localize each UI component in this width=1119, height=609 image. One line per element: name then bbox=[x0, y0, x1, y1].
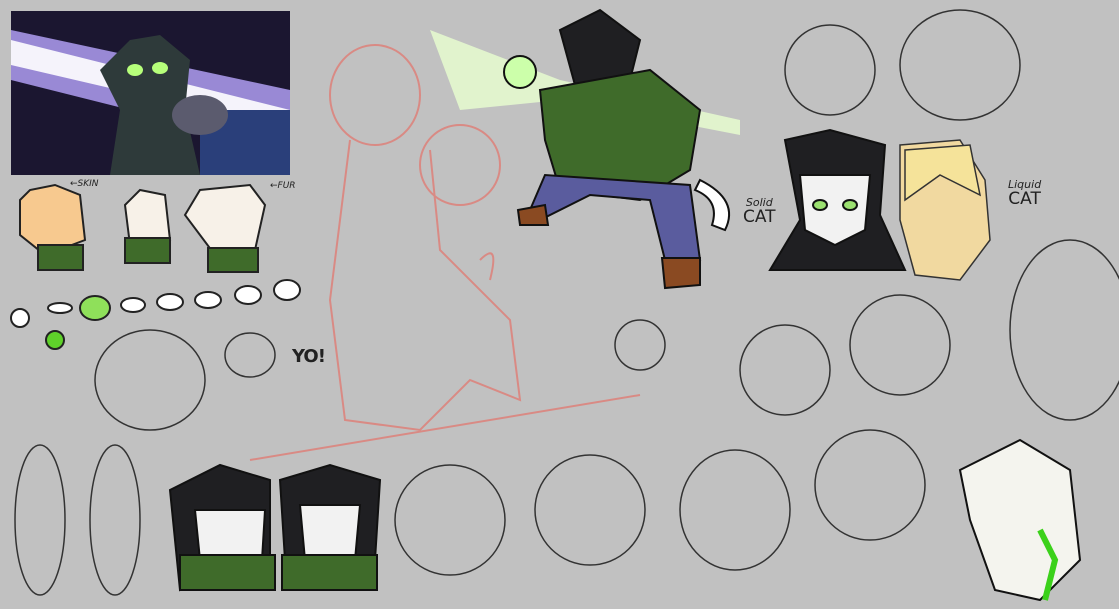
hand-studies bbox=[19, 183, 267, 273]
liquid-cat-label-bottom: CAT bbox=[1008, 189, 1041, 209]
solid-cat-head bbox=[768, 128, 907, 271]
liquid-cat-label: Liquid CAT bbox=[1008, 177, 1041, 209]
solid-cat-label-bottom: CAT bbox=[743, 207, 776, 227]
eye-studies bbox=[10, 279, 301, 350]
bottom-colored-heads bbox=[168, 438, 1082, 602]
sketch-sheet-artwork bbox=[10, 8, 1119, 602]
skin-label: ←SKIN bbox=[70, 179, 99, 189]
solid-cat-label: Solid CAT bbox=[743, 195, 776, 227]
fur-label: ←FUR bbox=[270, 181, 296, 191]
illustration-panel bbox=[11, 11, 290, 175]
main-character bbox=[430, 8, 740, 290]
yo-label: YO! bbox=[292, 346, 326, 367]
liquid-cat-head bbox=[899, 139, 991, 281]
